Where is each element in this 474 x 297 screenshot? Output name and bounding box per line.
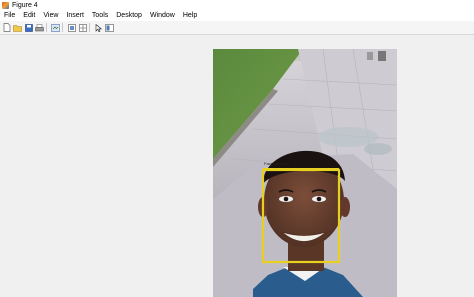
open-file-icon[interactable] xyxy=(13,23,22,32)
axes-image[interactable]: Face detected xyxy=(213,49,397,297)
link-icon[interactable] xyxy=(67,23,76,32)
window-title: Figure 4 xyxy=(12,2,38,9)
menu-view[interactable]: View xyxy=(39,11,62,21)
menu-edit[interactable]: Edit xyxy=(19,11,39,21)
figure-toolbar xyxy=(0,21,474,35)
menu-desktop[interactable]: Desktop xyxy=(112,11,146,21)
toolbar-separator xyxy=(62,23,63,32)
figure-canvas: Face detected xyxy=(0,35,474,297)
print-icon[interactable] xyxy=(35,23,44,32)
title-bar: Figure 4 xyxy=(0,0,474,11)
pointer-icon[interactable] xyxy=(94,23,103,32)
toolbar-separator xyxy=(89,23,90,32)
toolbar-separator xyxy=(46,23,47,32)
menu-help[interactable]: Help xyxy=(179,11,201,21)
export-icon[interactable] xyxy=(51,23,60,32)
data-cursor-icon[interactable] xyxy=(78,23,87,32)
save-icon[interactable] xyxy=(24,23,33,32)
menu-tools[interactable]: Tools xyxy=(88,11,112,21)
property-editor-icon[interactable] xyxy=(105,23,114,32)
new-figure-icon[interactable] xyxy=(2,23,11,32)
detection-label: Face detected xyxy=(264,161,290,166)
menu-bar: File Edit View Insert Tools Desktop Wind… xyxy=(0,11,474,21)
menu-file[interactable]: File xyxy=(0,11,19,21)
menu-insert[interactable]: Insert xyxy=(62,11,88,21)
matlab-icon xyxy=(2,2,9,9)
menu-window[interactable]: Window xyxy=(146,11,179,21)
